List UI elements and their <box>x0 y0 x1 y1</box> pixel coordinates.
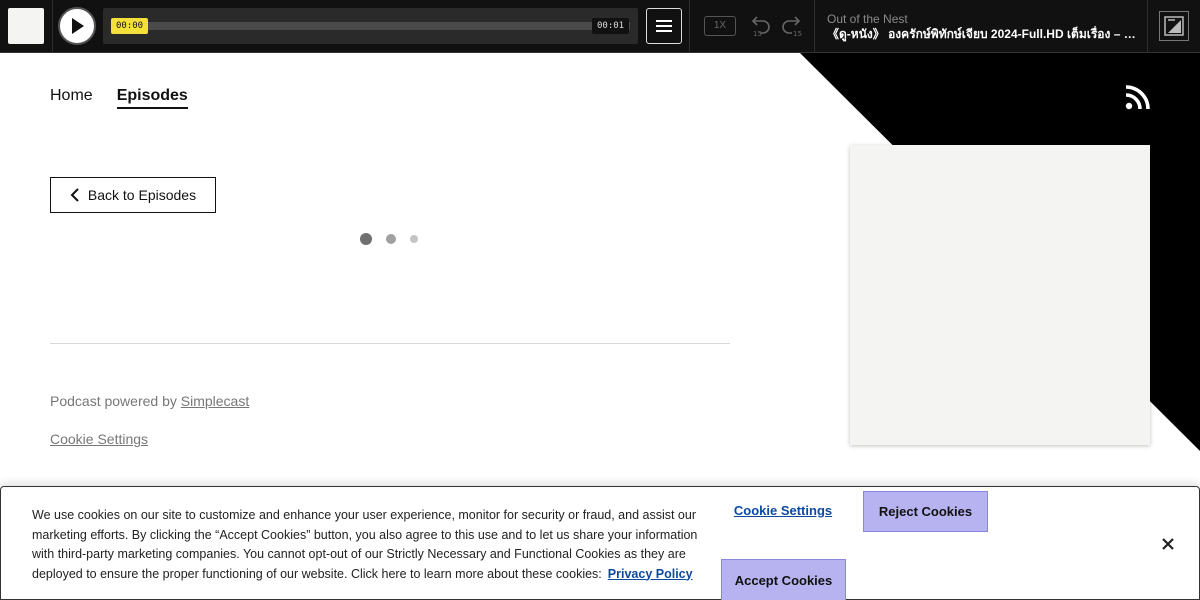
loading-dot <box>360 233 372 245</box>
back-to-episodes-label: Back to Episodes <box>87 187 197 203</box>
audio-player: 00:00 00:01 1X 15 15 Out of the Nest 《ดู… <box>0 0 1200 53</box>
player-divider <box>52 0 53 53</box>
powered-by-prefix: Podcast powered by <box>50 393 177 409</box>
total-time: 00:01 <box>592 18 630 34</box>
reject-cookies-button[interactable]: Reject Cookies <box>863 491 988 532</box>
simplecast-logo[interactable] <box>1159 11 1189 41</box>
progress-rail <box>111 22 630 30</box>
nav-episodes[interactable]: Episodes <box>116 87 188 109</box>
forward-15-icon: 15 <box>782 16 802 38</box>
episode-artwork <box>8 8 44 44</box>
nav-home[interactable]: Home <box>50 87 93 109</box>
now-playing: Out of the Nest 《ดู-หนัง》 องครักษ์พิทักษ… <box>827 12 1137 42</box>
content-divider <box>50 343 730 344</box>
rss-feed-link[interactable] <box>1125 84 1151 110</box>
cookie-banner-body: We use cookies on our site to customize … <box>32 508 698 581</box>
episode-title: 《ดู-หนัง》 องครักษ์พิทักษ์เจียบ 2024-Full… <box>827 27 1136 41</box>
podcast-artwork-card <box>850 145 1150 445</box>
svg-text:15: 15 <box>753 30 762 38</box>
cookie-banner: We use cookies on our site to customize … <box>0 486 1200 600</box>
chevron-left-icon <box>70 188 79 202</box>
skip-back-button[interactable]: 15 <box>748 14 772 38</box>
progress-bar[interactable]: 00:00 00:01 <box>103 8 638 44</box>
player-divider <box>689 0 690 53</box>
skip-forward-button[interactable]: 15 <box>780 14 804 38</box>
episodes-menu-button[interactable] <box>646 8 682 44</box>
close-banner-button[interactable] <box>1156 532 1180 556</box>
rss-icon <box>1125 85 1150 110</box>
cookie-settings-button[interactable]: Cookie Settings <box>721 500 845 522</box>
player-divider <box>814 0 815 53</box>
site-nav: Home Episodes <box>50 87 188 109</box>
back-to-episodes-button[interactable]: Back to Episodes <box>50 177 216 213</box>
rewind-15-icon: 15 <box>751 16 770 38</box>
cookie-banner-text: We use cookies on our site to customize … <box>32 506 722 584</box>
show-name: Out of the Nest <box>827 12 908 26</box>
menu-icon <box>656 20 672 32</box>
accept-cookies-button[interactable]: Accept Cookies <box>721 559 846 600</box>
cookie-settings-link[interactable]: Cookie Settings <box>50 431 148 447</box>
simplecast-link[interactable]: Simplecast <box>181 393 249 409</box>
loading-dot <box>410 235 418 243</box>
current-time: 00:00 <box>111 18 149 34</box>
privacy-policy-link[interactable]: Privacy Policy <box>608 567 693 581</box>
loading-indicator <box>360 233 418 245</box>
page: 00:00 00:01 1X 15 15 Out of the Nest 《ดู… <box>0 0 1200 600</box>
player-divider <box>1147 0 1148 53</box>
play-button[interactable] <box>58 7 96 45</box>
close-icon <box>1162 538 1174 550</box>
svg-text:15: 15 <box>793 30 802 38</box>
playback-speed-button[interactable]: 1X <box>704 16 736 36</box>
simplecast-logo-icon <box>1164 16 1184 36</box>
loading-dot <box>386 234 396 244</box>
powered-by: Podcast powered by Simplecast <box>50 393 249 409</box>
play-icon <box>72 18 84 34</box>
